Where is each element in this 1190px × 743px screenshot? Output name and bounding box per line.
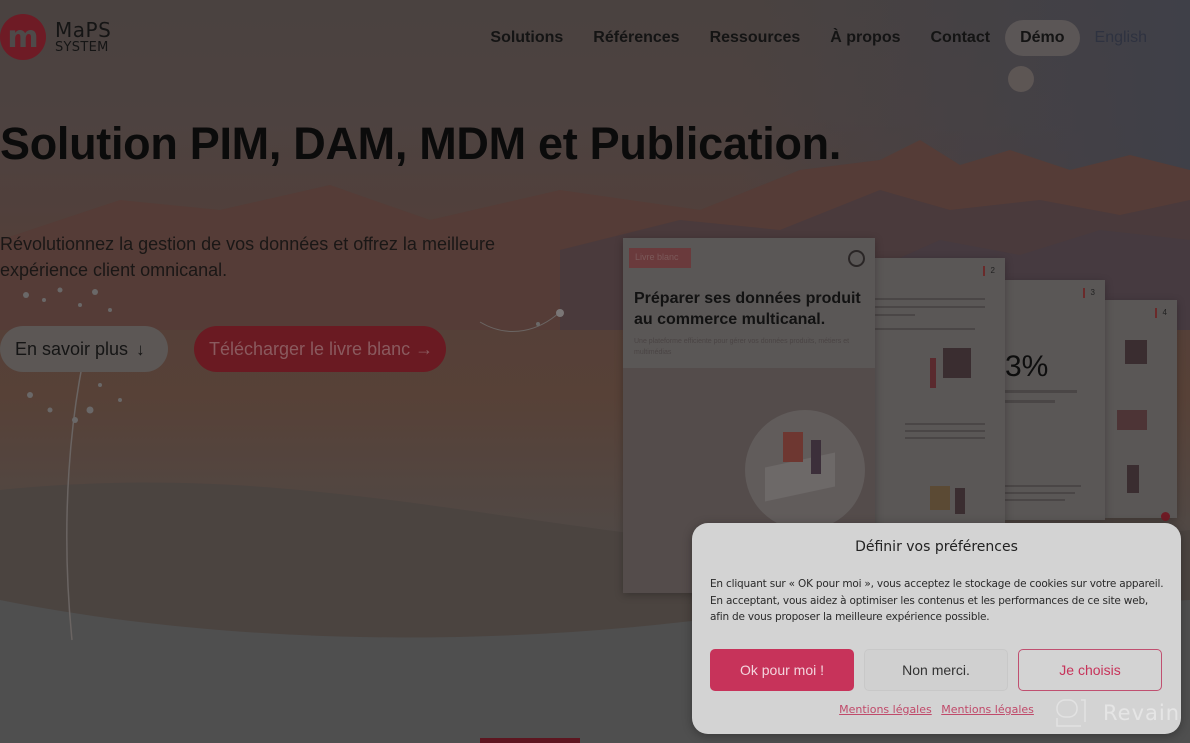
nav-item-a-propos[interactable]: À propos [830,29,900,47]
text-line [1005,492,1075,494]
whitepaper-illustration [745,410,865,530]
text-line [1005,390,1077,393]
revain-watermark: Revain [1055,698,1180,728]
moon-decoration [1008,66,1034,92]
accept-cookies-button[interactable]: Ok pour moi ! [710,649,854,691]
download-label: Télécharger le livre blanc [209,338,411,359]
learn-more-label: En savoir plus [15,338,129,359]
main-navigation: Solutions Références Ressources À propos… [490,20,1190,56]
hero-title: Solution PIM, DAM, MDM et Publication. [0,118,842,169]
cookie-dialog-title: Définir vos préférences [855,539,1018,555]
illustration-icon [1117,410,1147,430]
legal-notice-link[interactable]: Mentions légales [941,703,1034,716]
text-line [875,298,985,300]
arrow-right-icon: → [410,338,434,359]
whitepaper-page-2: 2 [875,258,1005,523]
text-line [875,314,915,316]
nav-item-references[interactable]: Références [593,29,679,47]
hero-subtitle: Révolutionnez la gestion de vos données … [0,234,495,280]
whitepaper-title: Préparer ses données produit au commerce… [634,290,861,328]
cookie-dialog-text: En cliquant sur « OK pour moi », vous ac… [710,578,1164,623]
whitepaper-page-4: 4 [1105,300,1177,521]
whitepaper-ribbon: Livre blanc [629,248,691,268]
logo-wordmark: MaPS SYSTEM [55,20,111,54]
red-dot-decoration [1161,512,1170,521]
text-line [875,306,985,308]
illustration-icon [1125,340,1147,364]
illustration-icon [930,486,950,510]
illustration-icon [930,358,936,388]
illustration-icon [955,488,965,514]
nav-item-ressources[interactable]: Ressources [710,29,801,47]
whitepaper-description: Une plateforme efficiente pour gérer vos… [634,338,850,356]
illustration-people [811,440,821,474]
text-line [905,423,985,425]
language-switch[interactable]: English [1095,29,1147,47]
whitepaper-page-3: 3 3% [1005,280,1105,520]
page-number: 2 [983,266,995,276]
text-line [905,430,985,432]
cover-header: Livre blanc Préparer ses données produit… [623,238,875,368]
text-line [875,328,975,330]
nav-item-solutions[interactable]: Solutions [490,29,563,47]
revain-logo-icon [1056,699,1086,727]
logo-name-line2: SYSTEM [55,40,109,55]
customize-cookies-button[interactable]: Je choisis [1018,649,1162,691]
text-line [1005,499,1065,501]
download-whitepaper-button[interactable]: Télécharger le livre blanc → [194,326,446,372]
ring-logo-icon [848,250,865,267]
learn-more-button[interactable]: En savoir plus ↓ [0,326,168,372]
statistic-value: 3% [1005,350,1049,383]
decline-cookies-button[interactable]: Non merci. [864,649,1008,691]
text-line [905,437,985,439]
brand-logo[interactable]: m MaPS SYSTEM [0,14,111,60]
logo-name-line1: MaPS [55,18,112,42]
bottom-accent-bar [480,738,580,743]
text-line [1005,485,1081,487]
arrow-down-icon: ↓ [136,339,145,359]
illustration-icon [943,348,971,378]
revain-wordmark: Revain [1103,701,1181,725]
page-number: 3 [1083,288,1095,298]
text-line [1005,400,1055,403]
page-number: 4 [1155,308,1167,318]
illustration-screen [783,432,803,462]
demo-button[interactable]: Démo [1005,20,1080,56]
legal-notice-link[interactable]: Mentions légales [839,703,932,716]
illustration-icon [1127,465,1139,493]
logo-mark-icon: m [0,14,46,60]
nav-item-contact[interactable]: Contact [931,29,991,47]
